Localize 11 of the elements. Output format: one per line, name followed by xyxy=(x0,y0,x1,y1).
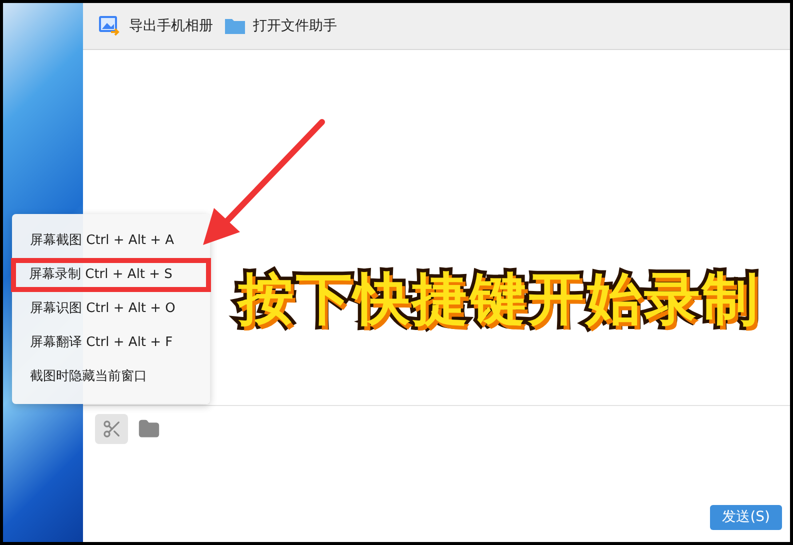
toolbar-button[interactable]: 导出手机相册 xyxy=(99,16,213,36)
menu-item[interactable]: 屏幕截图 Ctrl + Alt + A xyxy=(12,224,210,258)
folder-icon xyxy=(138,418,160,440)
menu-item[interactable]: 屏幕翻译 Ctrl + Alt + F xyxy=(12,326,210,360)
menu-item[interactable]: 屏幕识图 Ctrl + Alt + O xyxy=(12,292,210,326)
menu-item[interactable]: 屏幕录制 Ctrl + Alt + S xyxy=(11,258,211,292)
menu-item[interactable]: 截图时隐藏当前窗口 xyxy=(12,360,210,394)
scissors-icon xyxy=(102,419,122,439)
folder-icon xyxy=(225,18,245,34)
toolbar-button[interactable]: 打开文件助手 xyxy=(225,16,337,36)
screenshot-button[interactable] xyxy=(95,414,128,444)
